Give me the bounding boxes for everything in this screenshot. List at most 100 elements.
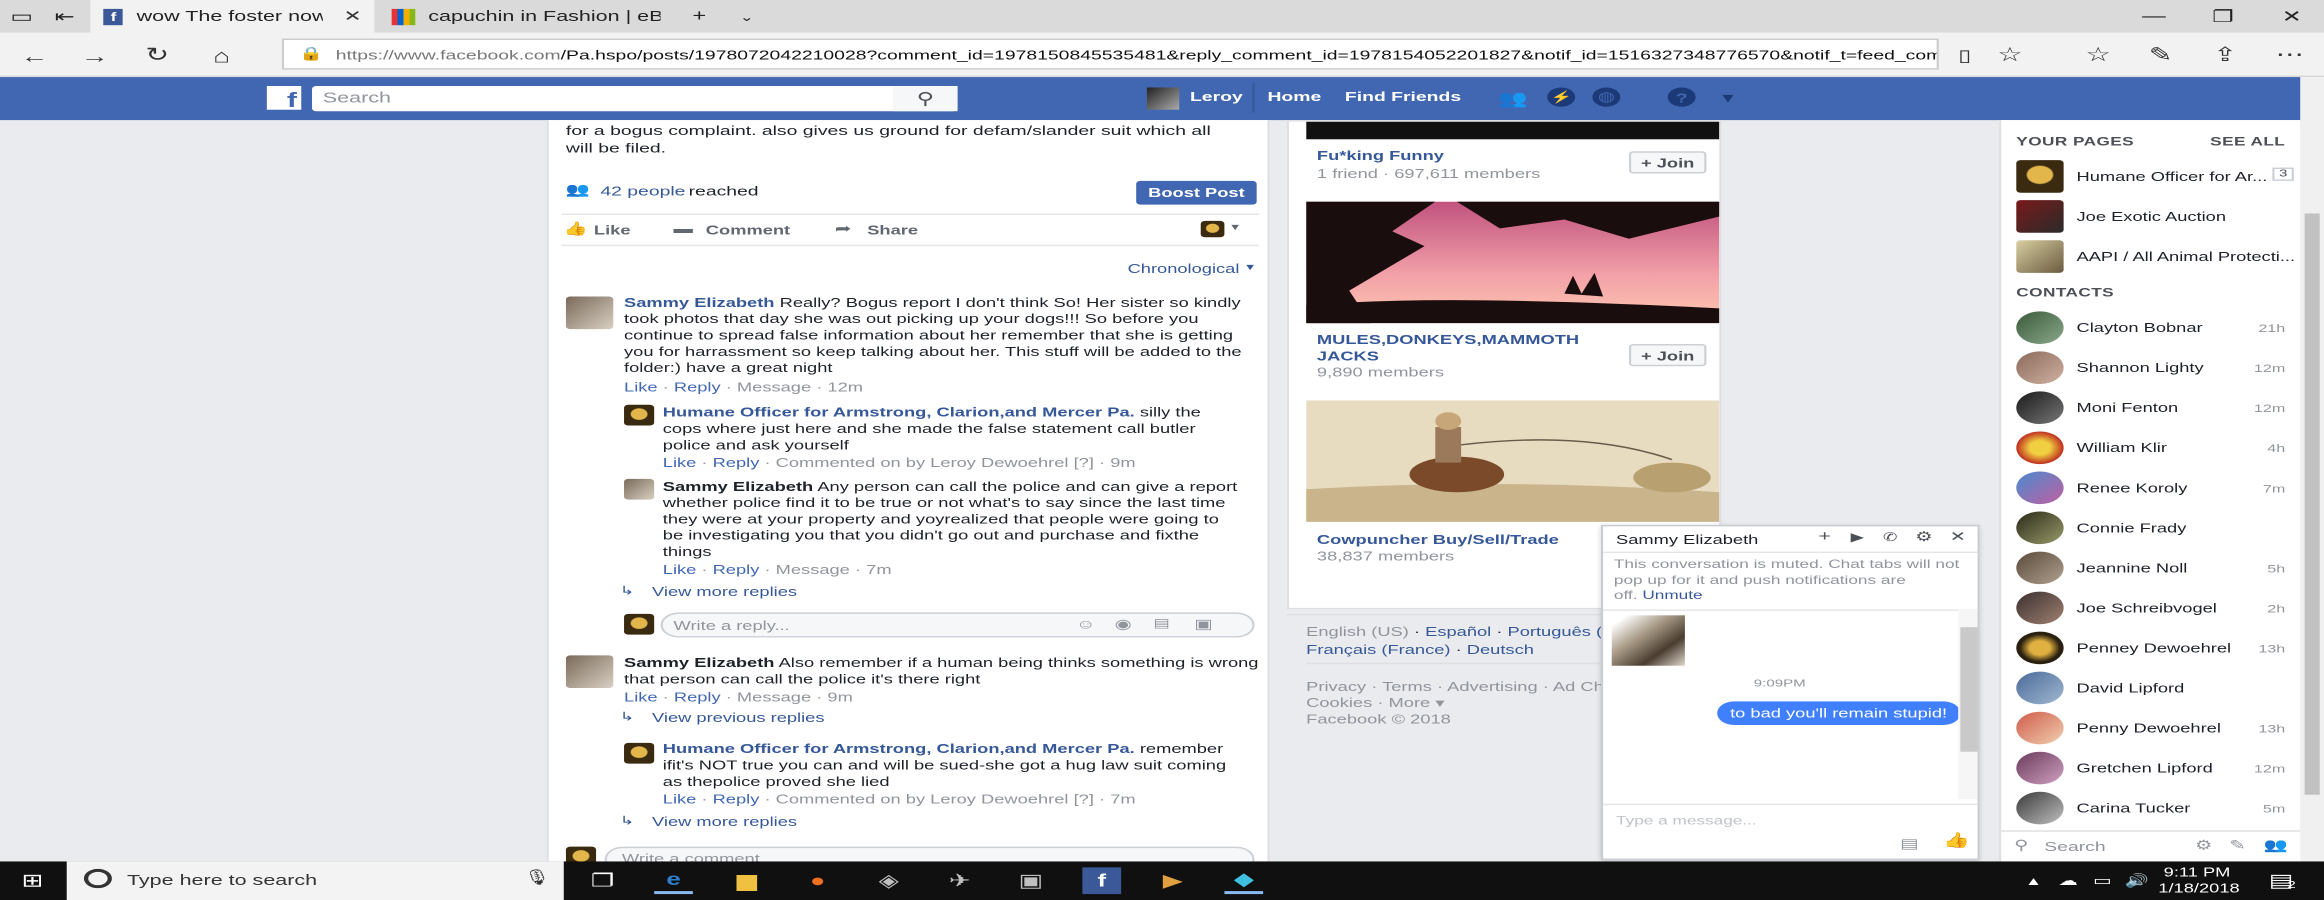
contact-item[interactable]: Moni Fenton 12m [2001,388,2300,428]
group-cover-image[interactable] [1306,400,1720,522]
emoji-icon[interactable]: ☺ [1076,617,1096,632]
write-reply-input[interactable]: Write a reply... ☺ ◉ ▤ ▣ [660,612,1255,638]
sidebar-settings-gear-icon[interactable]: ⚙ [2195,838,2212,854]
home-icon[interactable]: ⌂ [200,40,243,70]
contact-item[interactable]: Gretchen Lipford 12m [2001,749,2300,789]
sort-chronological-dropdown[interactable]: Chronological [1128,261,1240,276]
group-name-link[interactable]: MULES,DONKEYS,MAMMOTH JACKS [1317,332,1618,365]
page-item[interactable]: Joe Exotic Auction [2001,197,2300,237]
reply-author[interactable]: Humane Officer for Armstrong, Clarion,an… [663,405,1135,420]
sticker-icon[interactable]: ▣ [1194,617,1212,633]
reply-reply-link[interactable]: Reply [713,562,760,577]
taskbar-clock[interactable]: 9:11 PM 1/18/2018 [2158,864,2239,897]
post-as-chevron-icon[interactable]: ▼ [1229,224,1242,233]
contact-item[interactable]: Clayton Bobnar 21h [2001,308,2300,348]
onedrive-icon[interactable]: ☁ [2049,867,2088,894]
notifications-globe-icon[interactable]: ◍ [1592,87,1621,107]
add-person-icon[interactable]: + [1818,529,1831,545]
contact-item[interactable]: Joe Schreibvogel 2h [2001,589,2300,629]
help-icon[interactable]: ? [1667,87,1696,107]
reply-like-link[interactable]: Like [663,792,697,807]
page-scrollbar[interactable] [2300,77,2324,862]
messages-icon[interactable]: ⚡ [1547,87,1576,107]
forward-icon[interactable]: → [73,40,116,70]
facebook-logo-icon[interactable]: f [266,85,302,110]
media-player-icon[interactable]: ▶ [1153,867,1192,894]
voice-call-icon[interactable]: ✆ [1883,531,1897,544]
chat-scrollbar[interactable] [1958,609,1978,800]
reply-author[interactable]: Humane Officer for Armstrong, Clarion,an… [663,741,1135,756]
reply-avatar[interactable] [624,404,655,426]
reply-author[interactable]: Sammy Elizabeth [663,479,813,494]
close-window-icon[interactable]: ✕ [2259,0,2324,33]
comment-button[interactable]: Comment [706,222,790,237]
set-aside-tabs-icon[interactable]: ⇤ [43,0,86,33]
language-link[interactable]: Español [1425,624,1491,639]
footer-link[interactable]: Advertising [1447,679,1538,694]
close-tab-icon[interactable]: ✕ [343,8,361,24]
reply-avatar[interactable] [624,742,655,764]
like-button[interactable]: Like [594,222,631,237]
volume-icon[interactable]: 🔊 [2117,867,2156,894]
web-note-icon[interactable]: ✎ [2139,40,2182,70]
firefox-icon[interactable]: ● [798,867,837,894]
message-input[interactable]: Type a message... [1616,814,1757,827]
reply-reply-link[interactable]: Reply [713,792,760,807]
comment-like-link[interactable]: Like [624,689,658,704]
unmute-link[interactable]: Unmute [1642,589,1702,602]
tab-facebook[interactable]: f wow The foster now cal ✕ [90,0,375,33]
minimize-icon[interactable]: — [2122,0,2187,33]
chat-like-thumb-icon[interactable]: 👍 [1943,833,1970,849]
group-cover-image[interactable] [1306,121,1720,140]
help-question-link[interactable]: [?] [1074,455,1094,470]
comment-avatar[interactable] [565,296,614,330]
reply-message-link[interactable]: Message [776,562,850,577]
share-icon[interactable]: ⇪ [2203,40,2246,70]
reply-like-link[interactable]: Like [663,455,697,470]
user-avatar[interactable] [1146,87,1180,110]
tab-list-icon[interactable]: ▭ [0,0,43,33]
show-hidden-icons-chevron[interactable]: ▲ [2014,867,2053,894]
active-app-icon[interactable]: ◆ [1224,867,1264,895]
comment-like-link[interactable]: Like [624,380,658,395]
taskbar-search-box[interactable]: Type here to search 🎙 [66,861,564,900]
maximize-icon[interactable]: ❐ [2191,0,2256,33]
chat-header[interactable]: Sammy Elizabeth + ▶ ✆ ⚙ ✕ [1603,526,1978,554]
edge-browser-icon[interactable]: e [654,867,693,895]
view-previous-replies-link[interactable]: View previous replies [652,710,825,725]
home-link[interactable]: Home [1267,89,1321,104]
contact-item[interactable]: Connie Frady [2001,509,2300,549]
find-friends-link[interactable]: Find Friends [1345,89,1461,104]
see-all-link[interactable]: SEE ALL [2210,135,2285,148]
write-comment-input[interactable]: Write a comment... [604,846,1255,862]
facebook-app-icon[interactable]: f [1082,867,1122,895]
tab-ebay[interactable]: capuchin in Fashion | eBay [379,0,680,33]
new-message-icon[interactable]: ✎ [2229,838,2245,854]
comment-author[interactable]: Sammy Elizabeth [624,655,774,670]
app-icon[interactable]: ▣ [1011,867,1050,894]
comment-author[interactable]: Sammy Elizabeth [624,295,774,310]
contact-item[interactable]: Renee Koroly 7m [2001,469,2300,509]
footer-link[interactable]: Cookies [1306,695,1372,710]
language-link[interactable]: Français (France) [1306,642,1450,657]
sidebar-search-input[interactable]: Search [2044,839,2105,854]
gif-icon[interactable]: ▤ [1153,617,1169,630]
contact-item[interactable]: Shannon Lighty 12m [2001,348,2300,388]
favorites-hub-icon[interactable]: ☆ [2077,40,2120,70]
reach-count-link[interactable]: 42 people [600,184,685,199]
page-item[interactable]: Humane Officer for Ar... 3 [2001,157,2300,197]
contact-item[interactable]: David Lipford [2001,669,2300,709]
more-menu-icon[interactable]: ⋯ [2268,40,2311,70]
share-button[interactable]: Share [867,222,918,237]
comment-avatar[interactable] [565,655,614,688]
reply-reply-link[interactable]: Reply [713,455,760,470]
view-more-replies-link[interactable]: View more replies [652,584,797,599]
language-link[interactable]: Deutsch [1467,642,1534,657]
footer-link[interactable]: Privacy [1306,679,1366,694]
app-icon[interactable]: ✈ [940,867,979,894]
close-chat-icon[interactable]: ✕ [1950,529,1966,545]
comment-reply-link[interactable]: Reply [674,689,721,704]
facebook-search-input[interactable]: Search ⚲ [312,85,958,112]
url-field[interactable]: 🔒 https://www.facebook.com/Pa.hspo/posts… [281,38,1939,70]
network-icon[interactable]: ▭ [2083,867,2122,894]
